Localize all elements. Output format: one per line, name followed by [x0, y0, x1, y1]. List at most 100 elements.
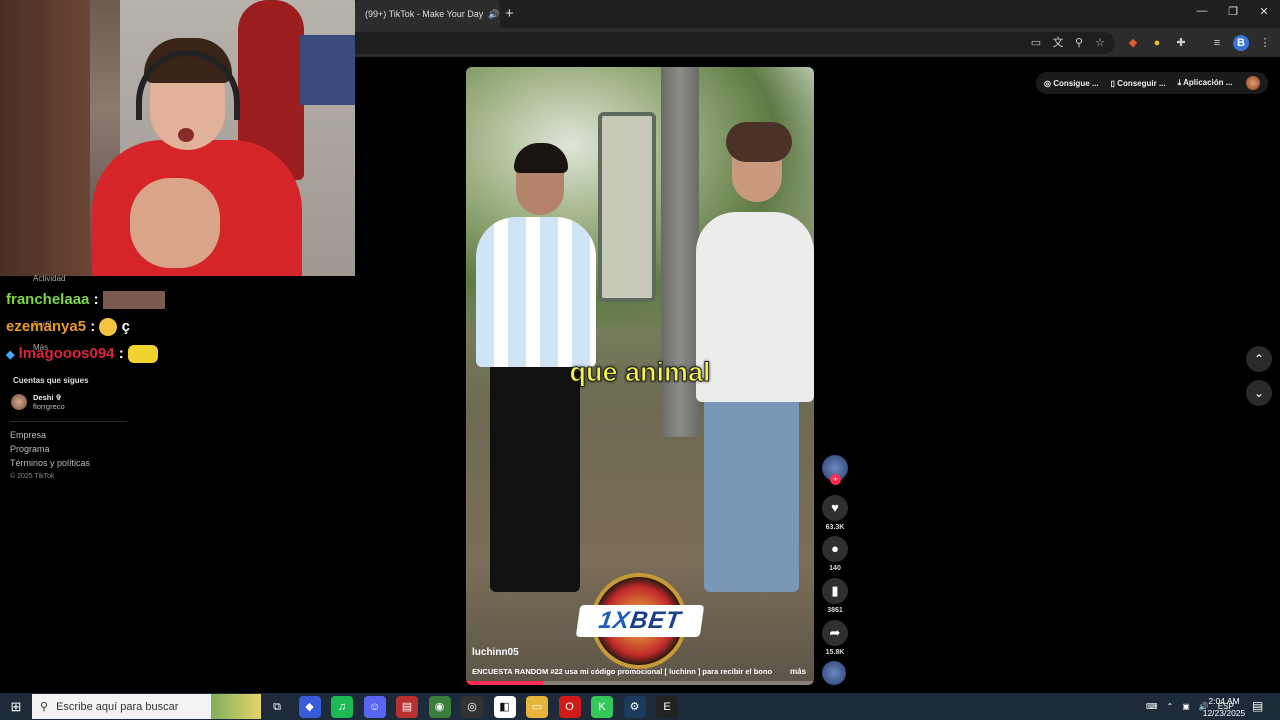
footer-link-terminos[interactable]: Términos y políticas — [10, 458, 90, 468]
top-right-actions: ◎ Consigue ... ▯ Conseguir ... ⤓ Aplicac… — [1036, 72, 1268, 94]
taskbar-app-capcut[interactable]: ◧ — [493, 696, 516, 718]
address-bar[interactable] — [355, 32, 1115, 54]
taskbar-app-explorer[interactable]: ▭ — [526, 696, 548, 718]
reading-list-icon[interactable]: ≡ — [1209, 35, 1225, 51]
person-pants — [490, 362, 580, 592]
keyboard-icon[interactable]: ⌨ — [1146, 702, 1158, 711]
taskbar-app-copilot[interactable]: ◆ — [298, 696, 321, 718]
windows-start-icon[interactable]: ⊞ — [0, 693, 32, 720]
star-icon[interactable]: ☆ — [1092, 35, 1108, 51]
bookmark-icon: ▮ — [822, 578, 848, 604]
cast-icon[interactable]: ▭ — [1028, 35, 1044, 51]
video-progress-fill — [466, 681, 543, 685]
menu-icon[interactable]: ⋮ — [1257, 35, 1273, 51]
zoom-icon[interactable]: ⚲ — [1071, 35, 1087, 51]
chevron-up-icon[interactable]: ⌃ — [1167, 702, 1174, 711]
person-hair — [514, 143, 568, 173]
emote-minion-icon — [127, 345, 158, 364]
chat-separator: : — [118, 345, 124, 362]
taskbar-app-voice-app[interactable]: ▤ — [396, 696, 418, 718]
share-button[interactable]: ➦ 15.8K — [822, 620, 848, 656]
chat-badge-icon: ◆ — [6, 349, 15, 361]
video-author[interactable]: luchinn05 — [472, 647, 519, 658]
new-tab-button[interactable]: + — [505, 5, 514, 22]
comment-count: 140 — [829, 565, 841, 572]
get-coins-button[interactable]: ◎ Consigue ... — [1044, 79, 1099, 88]
chat-username: ezemanya5 — [6, 318, 87, 335]
network-icon[interactable]: ▣ — [1182, 702, 1190, 711]
ad-logo-part-1: 1X — [596, 607, 633, 634]
save-button[interactable]: ▮ 3861 — [822, 578, 848, 614]
video-player[interactable]: que animal 1XBET luchinn05 ENCUESTA RAND… — [466, 67, 814, 685]
chat-username: lmagooos094 — [18, 345, 115, 362]
taskbar-app-spotify[interactable]: ♫ — [331, 696, 353, 718]
following-item[interactable]: Deshi ✞ florrgreco — [11, 393, 65, 411]
webcam-door — [0, 0, 90, 276]
sidebar-divider — [10, 421, 127, 422]
windows-taskbar: ⊞ ⚲ Escribe aquí para buscar ⧉ ◆ ♫ ☺ ▤ ◉ ◎ ◧ ▭ O K… — [0, 693, 1280, 720]
taskbar-app-steam[interactable]: ⚙ — [623, 696, 646, 718]
chrome-icon[interactable]: ● — [1149, 35, 1165, 51]
webcam-overlay — [0, 0, 355, 276]
next-video-button[interactable]: ⌄ — [1246, 380, 1272, 406]
translate-icon[interactable]: 文 — [1050, 35, 1066, 51]
user-avatar[interactable] — [1246, 76, 1260, 90]
tab-tiktok[interactable]: (99+) TikTok - Make Your Day 🔊 ✕ — [355, 0, 500, 28]
get-coins-label: Consigue ... — [1053, 78, 1099, 88]
taskbar-app-opera[interactable]: O — [558, 696, 581, 718]
heart-icon: ♥ — [822, 495, 848, 521]
chat-text: ç — [121, 318, 130, 335]
taskbar-app-discord[interactable]: ☺ — [363, 696, 386, 718]
search-input[interactable]: Escribe aquí para buscar — [56, 701, 178, 713]
save-count: 3861 — [827, 607, 843, 614]
sound-disc-button[interactable] — [822, 661, 848, 685]
chat-message: ◆ lmagooos094 : — [6, 345, 158, 364]
chat-message: franchelaaa : — [6, 291, 165, 310]
share-icon: ➦ — [822, 620, 848, 646]
footer-link-programa[interactable]: Programa — [10, 444, 50, 454]
webcam-monitor — [300, 35, 355, 105]
tab-audio-icon[interactable]: 🔊 — [488, 9, 499, 20]
following-heading: Cuentas que sigues — [13, 376, 89, 385]
chat-separator: : — [90, 318, 96, 335]
chat-separator: : — [93, 291, 99, 308]
streamer-hands — [130, 178, 220, 268]
avatar — [11, 394, 27, 410]
like-button[interactable]: ♥ 63.3K — [822, 495, 848, 531]
share-count: 15.8K — [825, 649, 845, 656]
taskbar-app-obs[interactable]: ◎ — [461, 696, 483, 718]
video-sign — [598, 112, 656, 302]
minimize-button[interactable]: — — [1187, 5, 1217, 17]
restore-button[interactable]: ❐ — [1218, 5, 1248, 18]
video-progress-bar[interactable] — [466, 681, 814, 685]
profile-icon[interactable]: B — [1233, 35, 1249, 51]
search-highlight-icon — [211, 694, 261, 719]
following-handle: florrgreco — [33, 402, 65, 411]
browser-tabbar: (99+) TikTok - Make Your Day 🔊 ✕ + — ❐ ✕ — [355, 0, 1280, 28]
sidebar-item-activity[interactable]: Actividad — [33, 274, 65, 283]
like-count: 63.3K — [825, 524, 845, 531]
taskbar-app-kick[interactable]: K — [591, 696, 613, 718]
download-app-button[interactable]: ⤓ Aplicación ... — [1178, 78, 1233, 88]
close-window-button[interactable]: ✕ — [1249, 5, 1279, 18]
taskbar-search[interactable]: ⚲ Escribe aquí para buscar — [32, 694, 261, 719]
clock-time: 2:04 AM — [1208, 696, 1240, 706]
comment-button[interactable]: ● 140 — [822, 536, 848, 572]
sound-disc-icon — [822, 661, 846, 685]
ad-logo-part-2: BET — [628, 607, 684, 634]
get-app-button[interactable]: ▯ Conseguir ... — [1111, 79, 1166, 88]
taskbar-app-epic-games[interactable]: E — [656, 696, 678, 718]
extension-icon[interactable]: ◆ — [1125, 35, 1141, 51]
see-more-link[interactable]: más — [790, 667, 806, 676]
taskbar-clock[interactable]: 2:04 AM 12/23/2025 — [1198, 695, 1250, 719]
creator-avatar-button[interactable]: + — [822, 455, 848, 485]
puzzle-icon[interactable]: ✚ — [1173, 35, 1189, 51]
taskbar-app-task-view[interactable]: ⧉ — [266, 696, 288, 718]
previous-video-button[interactable]: ⌃ — [1246, 346, 1272, 372]
emote-image — [102, 291, 165, 310]
follow-plus-icon[interactable]: + — [830, 474, 841, 485]
footer-link-empresa[interactable]: Empresa — [10, 430, 46, 440]
notification-icon[interactable]: ▤ — [1252, 699, 1263, 713]
following-name: Deshi ✞ — [33, 393, 62, 402]
taskbar-app-chrome[interactable]: ◉ — [428, 696, 451, 718]
